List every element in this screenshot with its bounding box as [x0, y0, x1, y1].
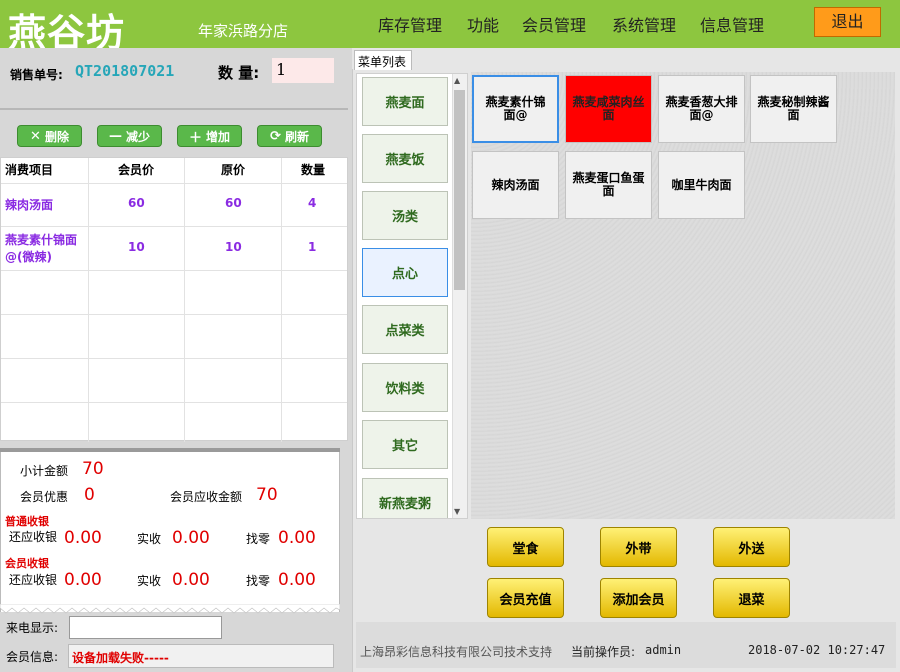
caller-field[interactable]: [69, 616, 222, 639]
category-item[interactable]: 其它: [362, 420, 448, 469]
normal-change-label: 找零: [246, 532, 271, 546]
dish-item[interactable]: 辣肉汤面: [472, 151, 559, 219]
normal-checkout-head: 普通收银: [5, 515, 49, 528]
dish-item[interactable]: 燕麦香葱大排面@: [658, 75, 745, 143]
refresh-button[interactable]: ⟳ 刷新: [257, 125, 322, 147]
decrease-button[interactable]: — 减少: [97, 125, 162, 147]
dish-panel: 燕麦素什锦面@ 燕麦咸菜肉丝面 燕麦香葱大排面@ 燕麦秘制辣酱面 辣肉汤面 燕麦…: [471, 72, 895, 519]
member-due2-value: 0.00: [64, 570, 102, 590]
caller-label: 来电显示:: [6, 621, 59, 635]
divider: [0, 108, 348, 110]
normal-change-value: 0.00: [278, 528, 316, 548]
member-checkout-head: 会员收银: [5, 557, 49, 570]
takeaway-button[interactable]: 外带: [600, 527, 677, 567]
column-header-member-price: 会员价: [118, 163, 155, 177]
scroll-up-icon[interactable]: ▲: [454, 76, 460, 85]
table-row-qty: 4: [308, 196, 317, 210]
category-item[interactable]: 汤类: [362, 191, 448, 240]
table-row-item[interactable]: 辣肉汤面: [5, 196, 53, 213]
delivery-button[interactable]: 外送: [713, 527, 790, 567]
scroll-down-icon[interactable]: ▼: [454, 507, 460, 516]
header-bar: [0, 0, 900, 48]
member-info-label: 会员信息:: [6, 650, 59, 664]
order-table: 消费项目 会员价 原价 数量 辣肉汤面 60 60 4 燕麦素什锦面@(微辣) …: [0, 157, 348, 442]
member-change-value: 0.00: [278, 570, 316, 590]
category-item[interactable]: 燕麦饭: [362, 134, 448, 183]
order-no-label: 销售单号:: [10, 68, 63, 82]
branch-name: 年家浜路分店: [198, 22, 289, 40]
plus-icon: ＋: [188, 130, 202, 146]
delete-button[interactable]: ✕ 删除: [17, 125, 82, 147]
menu-inventory[interactable]: 库存管理: [378, 12, 442, 36]
column-header-qty: 数量: [301, 163, 326, 177]
table-row-member-price: 60: [128, 196, 145, 210]
exit-button[interactable]: 退出: [814, 7, 881, 37]
column-header-item: 消费项目: [5, 163, 54, 177]
category-item[interactable]: 点菜类: [362, 305, 448, 354]
member-info-field[interactable]: 设备加载失败-----: [68, 644, 334, 668]
table-row-member-price: 10: [128, 240, 145, 254]
discount-label: 会员优惠: [20, 490, 69, 504]
normal-paid-label: 实收: [137, 532, 162, 546]
normal-due-label: 还应收银: [9, 530, 58, 544]
menu-functions[interactable]: 功能: [467, 12, 499, 36]
qty-label: 数 量:: [218, 64, 260, 82]
operator-name: admin: [645, 643, 682, 657]
table-row-price: 60: [225, 196, 242, 210]
operator-label: 当前操作员:: [571, 645, 636, 659]
column-header-price: 原价: [221, 163, 246, 177]
dish-item[interactable]: 燕麦蛋口鱼蛋面: [565, 151, 652, 219]
table-row-price: 10: [225, 240, 242, 254]
order-no: QT201807021: [75, 62, 175, 80]
category-item[interactable]: 新燕麦粥: [362, 478, 448, 518]
member-change-label: 找零: [246, 574, 271, 588]
member-due-value: 70: [256, 485, 278, 505]
normal-paid-value: 0.00: [172, 528, 210, 548]
dish-item-selected[interactable]: 燕麦素什锦面@: [472, 75, 559, 143]
refresh-icon: ⟳: [270, 128, 281, 144]
return-dish-button[interactable]: 退菜: [713, 578, 790, 618]
menu-members[interactable]: 会员管理: [522, 12, 586, 36]
dish-item[interactable]: 燕麦秘制辣酱面: [750, 75, 837, 143]
category-item[interactable]: 燕麦面: [362, 77, 448, 126]
increase-button[interactable]: ＋增加: [177, 125, 242, 147]
member-due-label: 会员应收金额: [170, 490, 243, 504]
member-due2-label: 还应收银: [9, 573, 58, 587]
subtotal-value: 70: [82, 459, 104, 479]
member-paid-value: 0.00: [172, 570, 210, 590]
category-item[interactable]: 饮料类: [362, 363, 448, 412]
receipt-zigzag: [0, 604, 340, 614]
scrollbar-thumb[interactable]: [454, 90, 465, 290]
member-paid-label: 实收: [137, 574, 162, 588]
tab-menu-list[interactable]: 菜单列表: [354, 50, 412, 70]
menu-info[interactable]: 信息管理: [700, 12, 764, 36]
member-recharge-button[interactable]: 会员充值: [487, 578, 564, 618]
qty-input[interactable]: 1: [272, 58, 334, 83]
table-row-qty: 1: [308, 240, 317, 254]
minus-icon: —: [108, 128, 122, 144]
normal-due-value: 0.00: [64, 528, 102, 548]
table-row-item[interactable]: 燕麦素什锦面@(微辣): [5, 232, 85, 266]
dish-item-highlighted[interactable]: 燕麦咸菜肉丝面: [565, 75, 652, 143]
support-text: 上海昂彩信息科技有限公司技术支持: [360, 645, 553, 659]
datetime: 2018-07-02 10:27:47: [748, 643, 886, 657]
dine-in-button[interactable]: 堂食: [487, 527, 564, 567]
category-item-active[interactable]: 点心: [362, 248, 448, 297]
add-member-button[interactable]: 添加会员: [600, 578, 677, 618]
subtotal-label: 小计金额: [20, 464, 69, 478]
menu-system[interactable]: 系统管理: [612, 12, 676, 36]
close-icon: ✕: [30, 128, 41, 144]
discount-value: 0: [84, 485, 95, 505]
dish-item[interactable]: 咖里牛肉面: [658, 151, 745, 219]
